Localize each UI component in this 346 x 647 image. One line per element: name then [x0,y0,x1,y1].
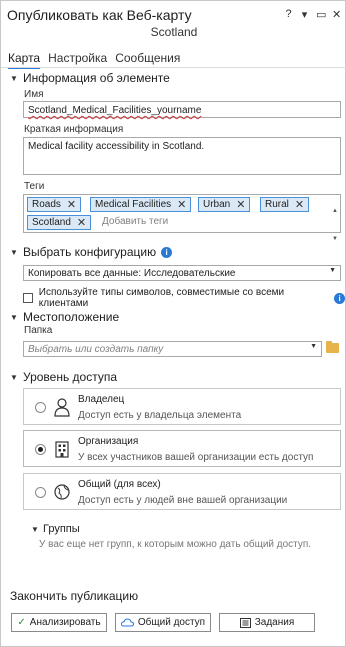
summary-value: Medical facility accessibility in Scotla… [28,141,205,152]
scroll-down-icon[interactable]: ▼ [332,225,338,253]
tag-label: Medical Facilities [95,199,172,210]
groups-header[interactable]: ▼ Группы [31,523,80,535]
organization-title: Организация [78,436,139,447]
folder-select[interactable]: Выбрать или создать папку ▼ [23,341,322,357]
symbol-types-option: Используйте типы символов, совместимые с… [23,287,345,309]
info-icon[interactable]: i [334,292,345,304]
remove-tag-icon[interactable]: ✕ [177,198,186,211]
configuration-header[interactable]: ▼ Выбрать конфигурацию i [10,245,173,259]
finish-heading: Закончить публикацию [10,589,139,603]
name-field[interactable]: Scotland_Medical_Facilities_yourname [23,101,341,118]
location-header[interactable]: ▼ Местоположение [10,310,119,324]
item-info-heading: Информация об элементе [23,71,170,85]
jobs-icon [239,617,251,628]
summary-field[interactable]: Medical facility accessibility in Scotla… [23,137,341,175]
summary-label: Краткая информация [24,124,124,135]
symbol-types-label: Используйте типы символов, совместимые с… [38,287,285,309]
tags-field[interactable]: Roads ✕ Medical Facilities ✕ Urban ✕ Rur… [23,194,341,242]
map-name: Scotland [150,25,198,39]
location-heading: Местоположение [23,310,120,324]
folder-label: Папка [24,325,53,336]
jobs-button[interactable]: Задания [219,613,315,632]
jobs-label: Задания [254,617,295,628]
folder-placeholder: Выбрать или создать папку [28,344,164,355]
name-label: Имя [24,89,44,100]
pane-menu-icon[interactable]: ▾ [300,8,309,21]
owner-radio[interactable] [35,402,46,413]
close-icon[interactable]: ✕ [332,8,341,21]
share-label: Общий доступ [137,617,206,628]
dropdown-arrow-icon: ▼ [329,267,336,274]
check-icon: ✓ [17,617,26,628]
access-heading: Уровень доступа [23,370,118,384]
name-value: Scotland_Medical_Facilities_yourname [28,105,202,116]
remove-tag-icon[interactable]: ✕ [77,216,86,229]
tag-rural: Rural ✕ [260,197,310,212]
pane-header: Опубликовать как Веб-карту ? ▾ ▭ ✕ [7,7,341,23]
chevron-down-icon: ▼ [10,247,18,257]
tab-divider [1,67,346,68]
pane-title: Опубликовать как Веб-карту [7,7,192,23]
symbol-types-checkbox[interactable] [23,293,33,303]
access-header[interactable]: ▼ Уровень доступа [10,370,117,384]
analyze-button[interactable]: ✓ Анализировать [11,613,107,632]
owner-title: Владелец [78,394,125,405]
pane-controls: ? ▾ ▭ ✕ [284,8,341,21]
tag-roads: Roads ✕ [27,197,82,212]
scroll-up-icon[interactable]: ▲ [332,197,338,225]
configuration-select[interactable]: Копировать все данные: Исследовательские… [23,265,341,281]
configuration-heading: Выбрать конфигурацию [23,245,157,259]
configuration-value: Копировать все данные: Исследовательские [28,268,236,279]
analyze-label: Анализировать [29,617,101,628]
chevron-down-icon: ▼ [10,312,18,322]
tags-scrollbar[interactable]: ▲ ▼ [332,197,338,242]
tag-label: Urban [203,199,231,210]
public-desc: Доступ есть у людей вне вашей организаци… [78,495,288,506]
organization-radio[interactable] [35,444,46,455]
owner-desc: Доступ есть у владельца элемента [78,410,242,421]
add-tags-input[interactable]: Добавить теги [102,216,168,227]
remove-tag-icon[interactable]: ✕ [236,198,245,211]
chevron-down-icon: ▼ [10,73,18,83]
organization-desc: У всех участников вашей организации есть… [78,452,314,463]
cloud-icon [120,618,134,627]
tag-medical-facilities: Medical Facilities ✕ [90,197,192,212]
organization-icon [55,441,69,458]
info-icon[interactable]: i [161,246,173,258]
tag-label: Rural [265,199,289,210]
chevron-down-icon: ▼ [31,524,39,534]
pane-restore-icon[interactable]: ▭ [316,8,326,21]
remove-tag-icon[interactable]: ✕ [67,198,76,211]
access-owner-option[interactable]: Владелец Доступ есть у владельца элемент… [23,388,341,425]
help-icon[interactable]: ? [284,8,293,21]
access-organization-option[interactable]: Организация У всех участников вашей орга… [23,430,341,467]
dropdown-arrow-icon: ▼ [310,343,317,350]
tags-label: Теги [24,181,45,192]
item-info-header[interactable]: ▼ Информация об элементе [10,71,170,85]
publish-pane: Опубликовать как Веб-карту ? ▾ ▭ ✕ Scotl… [0,0,346,647]
remove-tag-icon[interactable]: ✕ [295,198,304,211]
person-icon [54,398,70,417]
access-public-option[interactable]: Общий (для всех) Доступ есть у людей вне… [23,473,341,510]
folder-icon[interactable] [326,341,339,353]
tag-urban: Urban ✕ [198,197,251,212]
tag-scotland: Scotland ✕ [27,215,92,230]
chevron-down-icon: ▼ [10,372,18,382]
groups-empty-message: У вас еще нет групп, к которым можно дат… [39,539,312,550]
groups-heading: Группы [43,523,80,535]
tag-label: Roads [32,199,61,210]
globe-icon [54,484,70,500]
public-radio[interactable] [35,487,46,498]
tag-label: Scotland [32,217,71,228]
public-title: Общий (для всех) [78,479,161,490]
share-button[interactable]: Общий доступ [115,613,211,632]
